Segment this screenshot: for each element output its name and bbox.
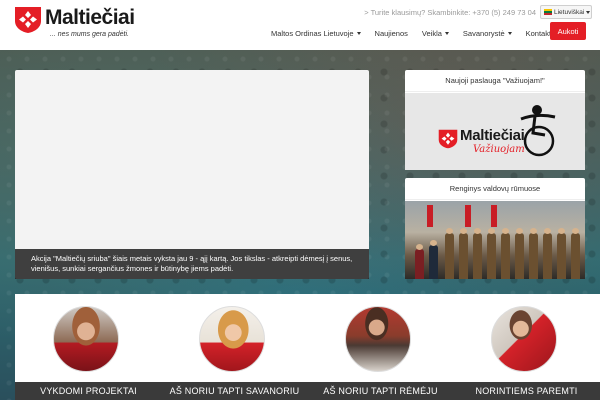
main-nav: Maltos Ordinas Lietuvoje Naujienos Veikl… bbox=[264, 27, 571, 39]
wheelchair-figure-icon bbox=[520, 105, 556, 157]
card-donors[interactable]: NORINTIEMS PAREMTI bbox=[453, 294, 600, 400]
lithuania-flag-icon bbox=[544, 9, 552, 15]
maltese-cross-icon bbox=[438, 129, 458, 149]
maltese-cross-icon bbox=[15, 7, 41, 33]
chevron-down-icon bbox=[356, 31, 361, 35]
contact-info[interactable]: > Turite klausimų? Skambinkite: +370 (5)… bbox=[364, 8, 536, 17]
event-photo[interactable] bbox=[405, 201, 585, 279]
donate-button[interactable]: Aukoti bbox=[550, 22, 586, 40]
card-label: VYKDOMI PROJEKTAI bbox=[15, 382, 162, 400]
nav-item-veikla[interactable]: Veikla bbox=[415, 27, 456, 39]
nav-item-ordinas[interactable]: Maltos Ordinas Lietuvoje bbox=[264, 27, 368, 39]
card-photo bbox=[53, 306, 119, 372]
video-caption: Akcija "Maltiečių sriuba" šiais metais v… bbox=[15, 249, 369, 279]
card-label: NORINTIEMS PAREMTI bbox=[453, 382, 600, 400]
card-volunteer[interactable]: AŠ NORIU TAPTI SAVANORIU bbox=[161, 294, 308, 400]
site-logo[interactable]: Maltiečiai ... nes mums gera padėti. bbox=[14, 6, 154, 44]
chevron-down-icon bbox=[444, 31, 449, 35]
card-label: AŠ NORIU TAPTI SAVANORIU bbox=[161, 382, 308, 400]
card-photo bbox=[491, 306, 557, 372]
language-label: Lietuviškai bbox=[554, 8, 585, 16]
card-label: AŠ NORIU TAPTI RĖMĖJU bbox=[307, 382, 454, 400]
language-select[interactable]: Lietuviškai bbox=[540, 5, 592, 19]
widget-title: Renginys valdovų rūmuose bbox=[405, 178, 585, 200]
logo-name: Maltiečiai bbox=[45, 6, 135, 29]
card-supporter[interactable]: AŠ NORIU TAPTI RĖMĖJU bbox=[307, 294, 454, 400]
nav-item-naujienos[interactable]: Naujienos bbox=[368, 27, 415, 39]
card-photo bbox=[345, 306, 411, 372]
video-player[interactable] bbox=[15, 70, 369, 279]
nav-item-savanoryste[interactable]: Savanorystė bbox=[456, 27, 519, 39]
vaziuojam-banner[interactable]: Maltiečiai Važiuojam bbox=[405, 93, 585, 170]
card-photo bbox=[199, 306, 265, 372]
widget-event[interactable]: Renginys valdovų rūmuose bbox=[405, 178, 585, 279]
site-header: Maltiečiai ... nes mums gera padėti. > T… bbox=[0, 0, 600, 50]
widget-title: Naujoji paslauga "Važiuojam!" bbox=[405, 70, 585, 92]
logo-tagline: ... nes mums gera padėti. bbox=[50, 31, 129, 38]
card-projects[interactable]: VYKDOMI PROJEKTAI bbox=[15, 294, 162, 400]
chevron-down-icon bbox=[507, 31, 512, 35]
widget-new-service[interactable]: Naujoji paslauga "Važiuojam!" Maltiečiai… bbox=[405, 70, 585, 170]
chevron-down-icon bbox=[586, 10, 591, 14]
